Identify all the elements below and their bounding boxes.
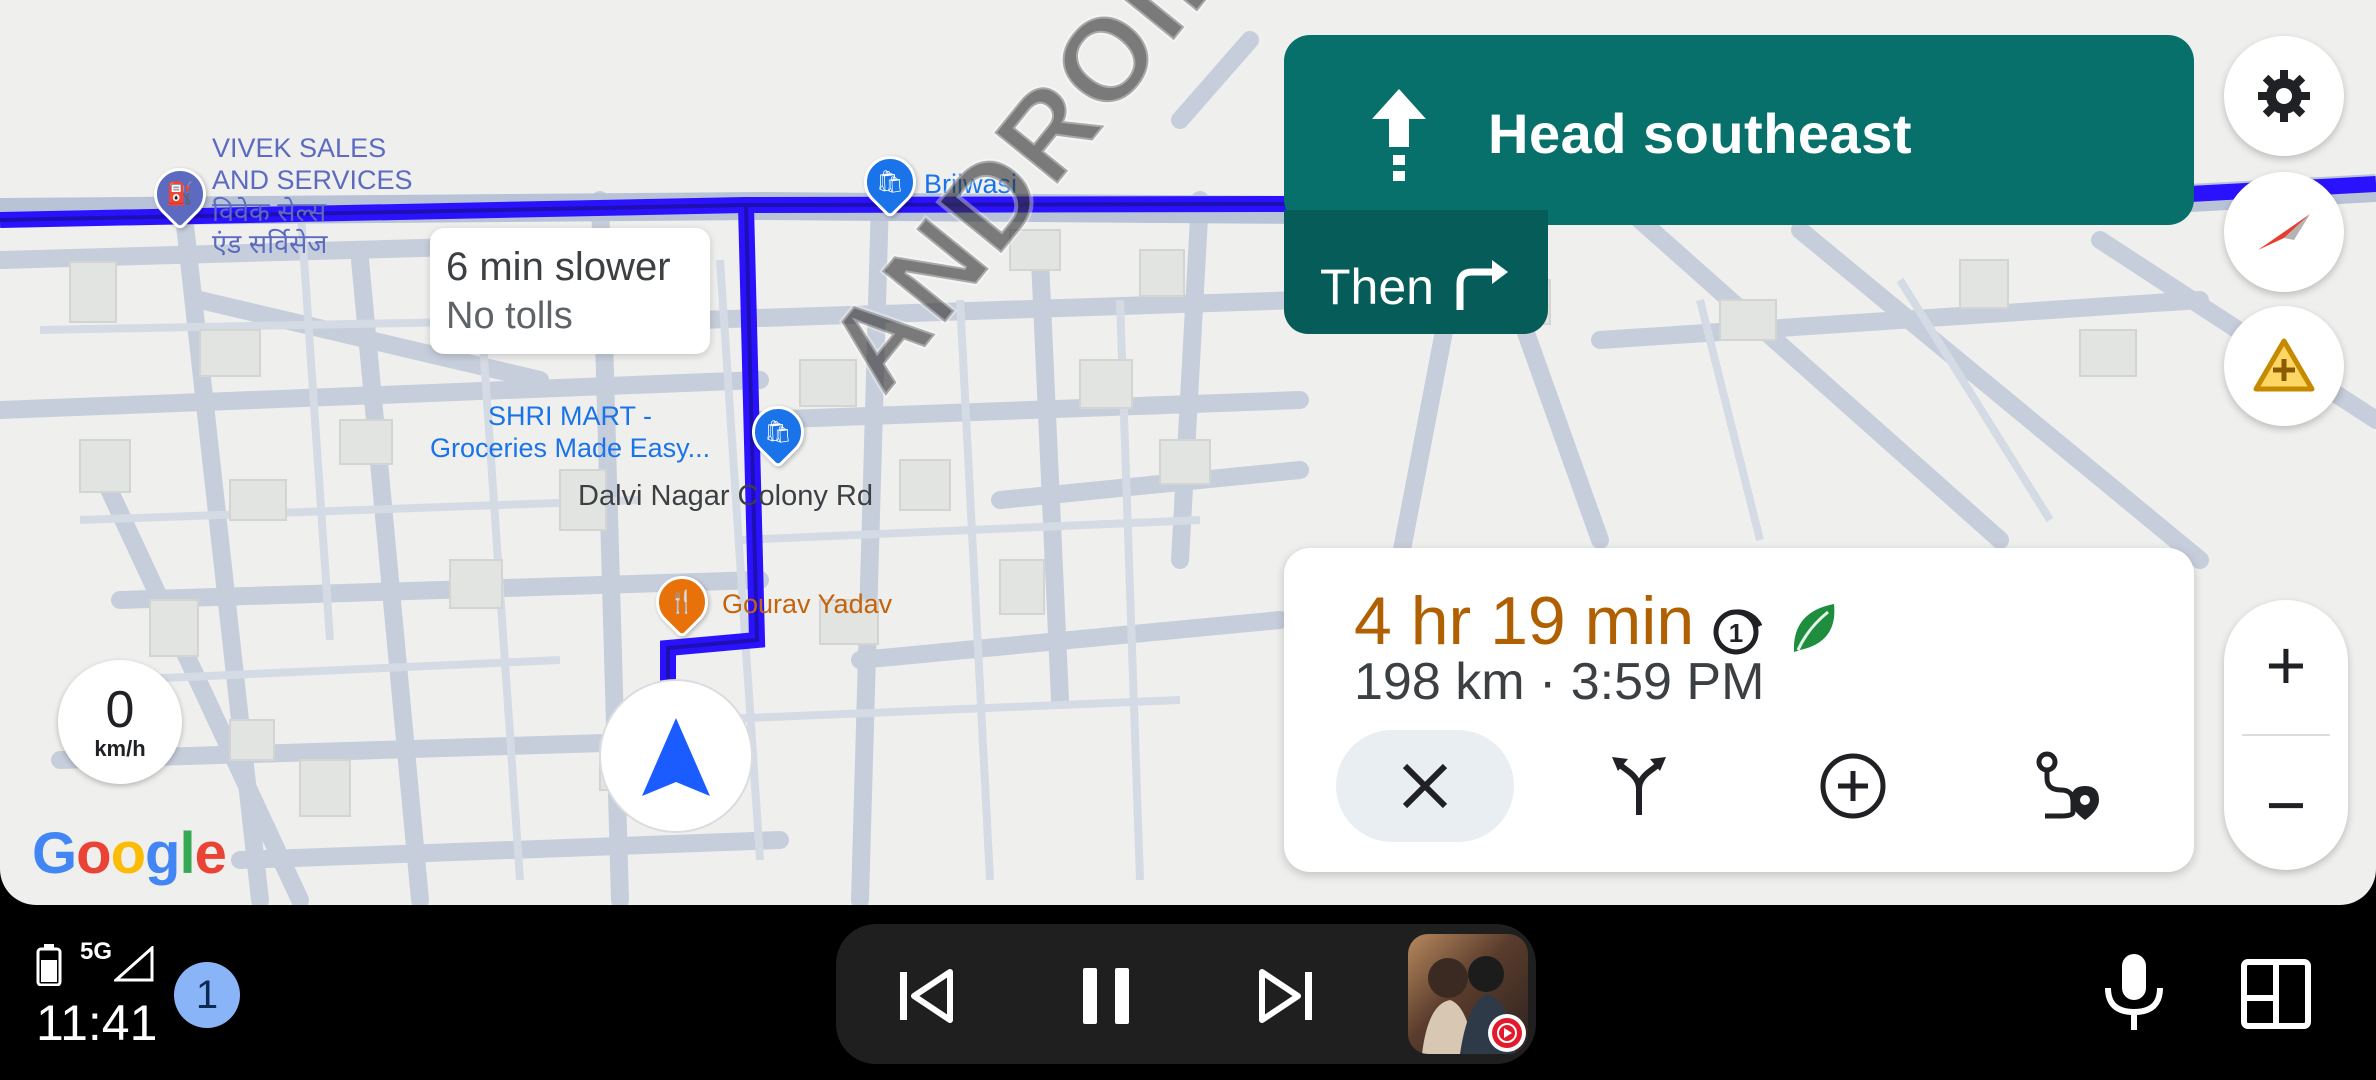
settings-icon: [2258, 70, 2310, 122]
eco-leaf-icon: [1793, 604, 1835, 652]
navigation-banner[interactable]: Head southeast: [1284, 35, 2194, 225]
compass-button[interactable]: [2224, 172, 2344, 292]
svg-text:1: 1: [1729, 618, 1743, 648]
trip-summary-card[interactable]: 4 hr 19 min 1 198 km · 3:59 PM: [1284, 548, 2194, 872]
then-label: Then: [1320, 259, 1434, 315]
compass-icon: [2258, 214, 2310, 250]
poi-vivek-sales[interactable]: VIVEK SALES AND SERVICES विवेक सेल्स एंड…: [212, 132, 413, 260]
notification-badge[interactable]: 1: [174, 962, 240, 1028]
speed-value: 0: [105, 681, 135, 739]
microphone-icon: [2105, 954, 2163, 1030]
signal-icon: [114, 946, 154, 982]
zoom-out-icon: −: [2265, 766, 2307, 844]
battery-icon: [36, 944, 62, 986]
voice-assistant-button[interactable]: [2098, 950, 2170, 1039]
settings-button[interactable]: [2224, 36, 2344, 156]
google-logo: Google: [32, 821, 227, 886]
album-art[interactable]: [1408, 934, 1528, 1054]
speed-unit: km/h: [94, 736, 146, 761]
zoom-controls: + −: [2224, 600, 2348, 870]
then-chip: Then: [1284, 210, 1548, 334]
zoom-out-button[interactable]: −: [2224, 740, 2348, 870]
nav-instruction: Head southeast: [1488, 102, 1912, 165]
report-incident-button[interactable]: [2224, 306, 2344, 426]
media-controls: [836, 924, 1536, 1064]
add-stop-icon: [1820, 753, 1886, 819]
road-label: Dalvi Nagar Colony Rd: [578, 480, 873, 512]
eta-duration: 4 hr 19 min: [1354, 583, 1695, 659]
clock: 11:41: [36, 995, 158, 1051]
poi-gourav-yadav[interactable]: Gourav Yadav: [722, 588, 892, 620]
pause-icon: [1083, 968, 1129, 1024]
zoom-divider: [2242, 734, 2330, 736]
route-overview-icon: [2036, 751, 2099, 820]
youtube-music-icon: [1492, 1018, 1522, 1048]
skip-next-icon: [1259, 969, 1312, 1023]
alt-route-time: 6 min slower: [446, 245, 671, 289]
alternate-routes-icon: [1612, 757, 1666, 815]
dashboard-layout-icon: [2241, 959, 2311, 1029]
youtube-music-badge: [1488, 1014, 1526, 1052]
skip-previous-icon: [900, 969, 953, 1023]
alt-route-tolls: No tolls: [446, 295, 573, 337]
speedometer: 0 km/h: [58, 660, 182, 784]
pause-button[interactable]: [1066, 956, 1146, 1036]
arrow-straight-icon: [1372, 89, 1426, 181]
turn-right-icon: [1456, 260, 1508, 310]
route-overview-button[interactable]: [1978, 730, 2156, 842]
close-icon: [1402, 763, 1448, 809]
add-stop-button[interactable]: [1764, 730, 1942, 842]
app-launcher-button[interactable]: [2240, 958, 2312, 1035]
poi-shri-mart[interactable]: SHRI MART - Groceries Made Easy...: [430, 400, 710, 464]
zoom-in-icon: +: [2265, 626, 2307, 704]
distance-arrival: 198 km · 3:59 PM: [1354, 653, 1765, 711]
alternate-route-callout[interactable]: 6 min slower No tolls: [430, 228, 710, 354]
close-navigation-button[interactable]: [1336, 730, 1514, 842]
network-type: 5G: [80, 938, 113, 965]
zoom-in-button[interactable]: +: [2224, 600, 2348, 730]
toll-icon: 1: [1713, 609, 1763, 655]
report-incident-icon: [2253, 338, 2315, 392]
alternate-routes-button[interactable]: [1550, 730, 1728, 842]
skip-previous-button[interactable]: [886, 956, 966, 1036]
skip-next-button[interactable]: [1246, 956, 1326, 1036]
